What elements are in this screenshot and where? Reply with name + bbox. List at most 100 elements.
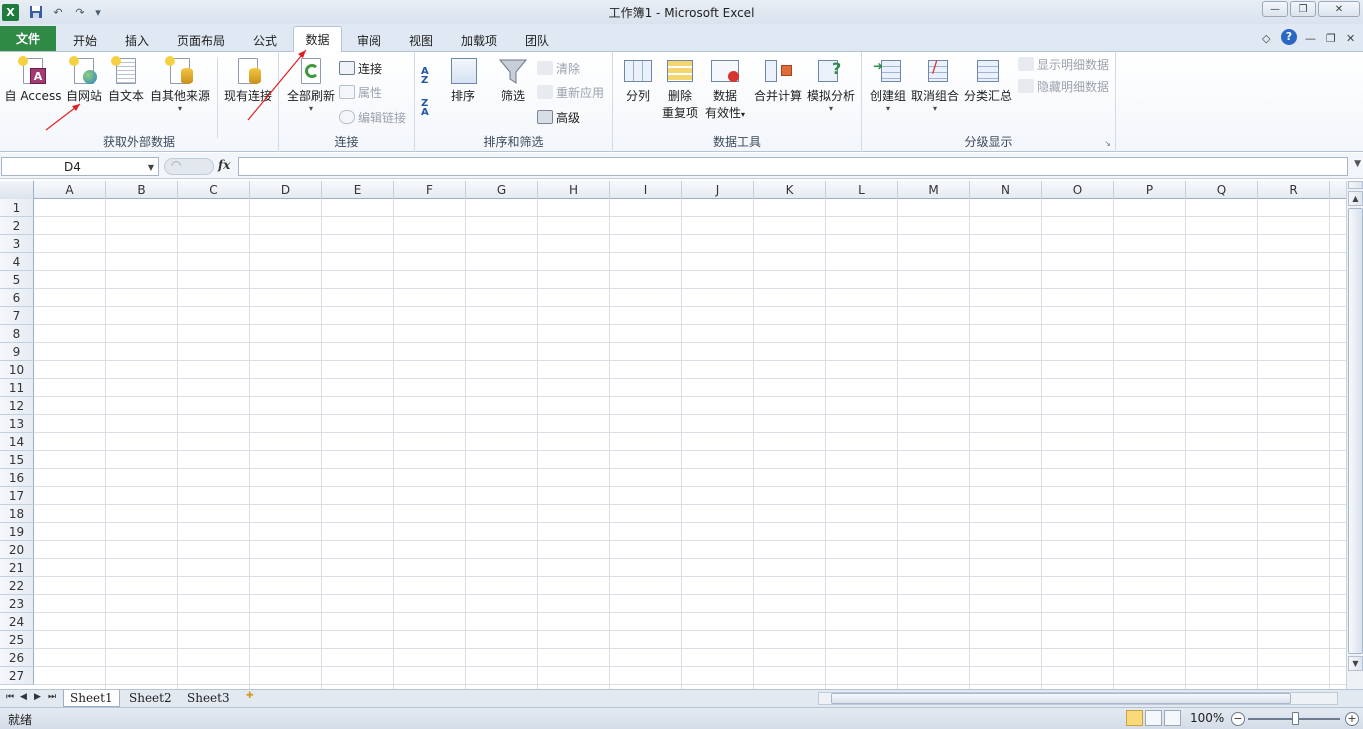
tab-insert[interactable]: 插入 [114,28,160,52]
consolidate-button[interactable]: 合并计算 [751,56,805,105]
text-to-columns-button[interactable]: 分列 [619,56,657,105]
page-layout-view-button[interactable] [1145,710,1162,726]
normal-view-button[interactable] [1126,710,1143,726]
row-header[interactable]: 26 [0,649,34,667]
select-all-button[interactable] [0,181,34,199]
column-header[interactable]: L [826,181,898,199]
from-text-button[interactable]: 自文本 [106,56,146,105]
zoom-level[interactable]: 100% [1190,711,1224,725]
sheet-tab-2[interactable]: Sheet2 [123,690,178,707]
refresh-all-button[interactable]: 全部刷新 ▾ [285,56,337,113]
column-header[interactable]: E [322,181,394,199]
column-header[interactable]: N [970,181,1042,199]
first-sheet-button[interactable]: ⏮ [6,692,14,702]
zoom-out-button[interactable]: − [1231,712,1245,726]
tab-file[interactable]: 文件 [0,26,56,51]
clear-filter-button[interactable]: 清除 [537,58,580,78]
column-header[interactable]: H [538,181,610,199]
column-header[interactable]: D [250,181,322,199]
row-header[interactable]: 25 [0,631,34,649]
tab-team[interactable]: 团队 [514,28,560,52]
row-header[interactable]: 1 [0,199,34,217]
row-header[interactable]: 5 [0,271,34,289]
column-header[interactable]: G [466,181,538,199]
sheet-tab-3[interactable]: Sheet3 [181,690,236,707]
vertical-scrollbar[interactable]: ▲ ▼ [1346,181,1363,689]
row-header[interactable]: 8 [0,325,34,343]
column-header[interactable]: J [682,181,754,199]
remove-duplicates-button[interactable]: 删除 重复项 [659,56,701,122]
help-icon[interactable]: ? [1281,29,1297,45]
row-header[interactable]: 22 [0,577,34,595]
row-header[interactable]: 21 [0,559,34,577]
cell-area[interactable] [34,199,1346,689]
column-header[interactable]: A [34,181,106,199]
edit-links-button[interactable]: 编辑链接 [339,107,406,127]
column-header[interactable]: I [610,181,682,199]
prev-sheet-button[interactable]: ◀ [20,692,27,702]
row-header[interactable]: 15 [0,451,34,469]
row-header[interactable]: 16 [0,469,34,487]
sheet-tab-1[interactable]: Sheet1 [63,690,120,707]
existing-connections-button[interactable]: 现有连接 [222,56,274,105]
tab-page-layout[interactable]: 页面布局 [168,28,234,52]
data-validation-button[interactable]: 数据 有效性▾ [703,56,747,123]
row-header[interactable]: 4 [0,253,34,271]
column-header[interactable]: Q [1186,181,1258,199]
connections-button[interactable]: 连接 [339,58,382,78]
formula-input[interactable] [238,157,1348,176]
filter-button[interactable]: 筛选 [493,56,533,105]
horizontal-scrollbar[interactable] [818,692,1338,705]
tab-home[interactable]: 开始 [62,28,108,52]
row-header[interactable]: 3 [0,235,34,253]
group-button[interactable]: ➜ 创建组 ▾ [866,56,910,113]
from-web-button[interactable]: 自网站 [64,56,104,105]
insert-function-icon[interactable]: fx [218,158,230,172]
row-header[interactable]: 19 [0,523,34,541]
split-box[interactable] [1348,181,1363,189]
scroll-up-button[interactable]: ▲ [1348,191,1363,206]
column-header[interactable]: O [1042,181,1114,199]
page-break-preview-button[interactable] [1164,710,1181,726]
hscroll-thumb[interactable] [831,693,1291,704]
row-header[interactable]: 6 [0,289,34,307]
advanced-filter-button[interactable]: 高级 [537,107,580,127]
reapply-button[interactable]: 重新应用 [537,82,604,102]
doc-minimize-button[interactable]: — [1305,32,1316,45]
row-header[interactable]: 2 [0,217,34,235]
tab-view[interactable]: 视图 [398,28,444,52]
row-header[interactable]: 11 [0,379,34,397]
sort-az-button[interactable]: A Z [421,66,441,86]
what-if-analysis-button[interactable]: ? 模拟分析 ▾ [805,56,857,113]
row-header[interactable]: 13 [0,415,34,433]
row-header[interactable]: 14 [0,433,34,451]
row-header[interactable]: 10 [0,361,34,379]
tab-data[interactable]: 数据 [293,26,342,52]
tab-formulas[interactable]: 公式 [242,28,288,52]
tab-addins[interactable]: 加载项 [452,28,506,52]
restore-button[interactable]: ❐ [1290,1,1316,17]
doc-restore-button[interactable]: ❐ [1326,32,1336,45]
scroll-down-button[interactable]: ▼ [1348,656,1363,671]
zoom-in-button[interactable]: + [1345,712,1359,726]
row-header[interactable]: 24 [0,613,34,631]
from-other-sources-button[interactable]: 自其他来源 ▾ [148,56,212,113]
sort-button[interactable]: 排序 [445,56,481,105]
show-detail-button[interactable]: 显示明细数据 [1018,54,1109,74]
close-button[interactable]: ✕ [1318,1,1360,17]
expand-formula-bar-icon[interactable]: ▼ [1354,159,1361,169]
row-header[interactable]: 27 [0,667,34,685]
subtotal-button[interactable]: 分类汇总 [962,56,1014,105]
column-header[interactable]: M [898,181,970,199]
column-header[interactable]: R [1258,181,1330,199]
properties-button[interactable]: 属性 [339,82,382,102]
row-header[interactable]: 23 [0,595,34,613]
doc-close-button[interactable]: ✕ [1346,32,1355,45]
column-header[interactable]: K [754,181,826,199]
last-sheet-button[interactable]: ⏭ [48,692,56,702]
ribbon-minimize-icon[interactable]: ◇ [1262,32,1270,45]
from-access-button[interactable]: A 自 Access [4,56,62,105]
row-header[interactable]: 20 [0,541,34,559]
minimize-button[interactable]: — [1262,1,1288,17]
next-sheet-button[interactable]: ▶ [34,692,41,702]
